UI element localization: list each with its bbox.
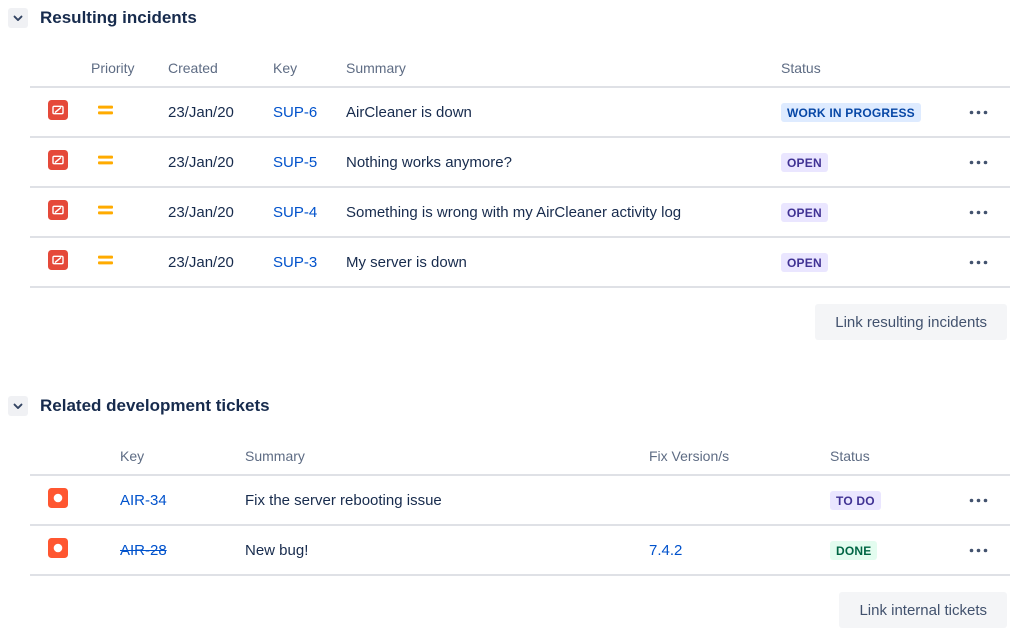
resulting-incidents-header: Resulting incidents bbox=[0, 0, 1022, 36]
incident-icon bbox=[48, 200, 91, 224]
row-actions-button[interactable] bbox=[963, 200, 993, 224]
created-date: 23/Jan/20 bbox=[168, 104, 273, 121]
issue-summary: Nothing works anymore? bbox=[346, 154, 781, 171]
priority-medium-icon bbox=[97, 203, 168, 221]
status-badge: OPEN bbox=[781, 153, 828, 172]
column-header-key: Key bbox=[273, 60, 346, 76]
dev-tickets-actions-row: Link internal tickets bbox=[0, 592, 1007, 628]
issue-key-link[interactable]: AIR-34 bbox=[120, 492, 245, 509]
column-header-created: Created bbox=[168, 60, 273, 76]
fix-version-link[interactable]: 7.4.2 bbox=[649, 542, 830, 559]
chevron-down-icon bbox=[11, 11, 25, 25]
row-actions-button[interactable] bbox=[963, 538, 993, 562]
incident-icon bbox=[48, 100, 91, 124]
status-badge: OPEN bbox=[781, 253, 828, 272]
priority-medium-icon bbox=[97, 103, 168, 121]
column-header-priority: Priority bbox=[91, 60, 168, 76]
more-actions-icon bbox=[969, 160, 988, 165]
issue-key-link[interactable]: SUP-4 bbox=[273, 204, 346, 221]
issue-key-link[interactable]: SUP-6 bbox=[273, 104, 346, 121]
collapse-resulting-incidents-button[interactable] bbox=[8, 8, 28, 28]
page-title: Resulting incidents bbox=[40, 8, 197, 28]
created-date: 23/Jan/20 bbox=[168, 154, 273, 171]
link-internal-tickets-button[interactable]: Link internal tickets bbox=[839, 592, 1007, 628]
row-actions-button[interactable] bbox=[963, 250, 993, 274]
status-badge: DONE bbox=[830, 541, 877, 560]
resulting-incidents-section: Resulting incidents Priority Created Key… bbox=[0, 0, 1022, 340]
chevron-down-icon bbox=[11, 399, 25, 413]
column-header-fix-versions: Fix Version/s bbox=[649, 448, 830, 464]
status-badge: TO DO bbox=[830, 491, 881, 510]
table-row: 23/Jan/20 SUP-6 AirCleaner is down WORK … bbox=[30, 88, 1010, 138]
more-actions-icon bbox=[969, 110, 988, 115]
more-actions-icon bbox=[969, 210, 988, 215]
issue-summary: Fix the server rebooting issue bbox=[245, 492, 649, 509]
column-header-key: Key bbox=[120, 448, 245, 464]
link-resulting-incidents-button[interactable]: Link resulting incidents bbox=[815, 304, 1007, 340]
related-dev-tickets-header: Related development tickets bbox=[0, 388, 1022, 424]
table-row: AIR-28 New bug! 7.4.2 DONE bbox=[30, 526, 1010, 576]
column-header-summary: Summary bbox=[346, 60, 781, 76]
status-badge: WORK IN PROGRESS bbox=[781, 103, 921, 122]
row-actions-button[interactable] bbox=[963, 488, 993, 512]
dev-tickets-table: Key Summary Fix Version/s Status AIR-34 … bbox=[30, 424, 1010, 576]
dev-tickets-table-header: Key Summary Fix Version/s Status bbox=[30, 424, 1010, 476]
incidents-actions-row: Link resulting incidents bbox=[0, 304, 1007, 340]
table-row: AIR-34 Fix the server rebooting issue TO… bbox=[30, 476, 1010, 526]
bug-icon bbox=[48, 488, 120, 512]
table-row: 23/Jan/20 SUP-4 Something is wrong with … bbox=[30, 188, 1010, 238]
priority-medium-icon bbox=[97, 153, 168, 171]
bug-icon bbox=[48, 538, 120, 562]
incident-icon bbox=[48, 150, 91, 174]
column-header-status: Status bbox=[781, 60, 963, 76]
priority-medium-icon bbox=[97, 253, 168, 271]
issue-summary: My server is down bbox=[346, 254, 781, 271]
status-badge: OPEN bbox=[781, 203, 828, 222]
table-row: 23/Jan/20 SUP-5 Nothing works anymore? O… bbox=[30, 138, 1010, 188]
issue-summary: AirCleaner is down bbox=[346, 104, 781, 121]
created-date: 23/Jan/20 bbox=[168, 204, 273, 221]
incident-icon bbox=[48, 250, 91, 274]
related-dev-tickets-section: Related development tickets Key Summary … bbox=[0, 388, 1022, 628]
section-title: Related development tickets bbox=[40, 396, 270, 416]
row-actions-button[interactable] bbox=[963, 100, 993, 124]
more-actions-icon bbox=[969, 498, 988, 503]
issue-key-link[interactable]: AIR-28 bbox=[120, 542, 245, 559]
incidents-table-header: Priority Created Key Summary Status bbox=[30, 36, 1010, 88]
issue-key-link[interactable]: SUP-5 bbox=[273, 154, 346, 171]
column-header-status: Status bbox=[830, 448, 963, 464]
incidents-table: Priority Created Key Summary Status 23/J… bbox=[30, 36, 1010, 288]
row-actions-button[interactable] bbox=[963, 150, 993, 174]
created-date: 23/Jan/20 bbox=[168, 254, 273, 271]
issue-key-link[interactable]: SUP-3 bbox=[273, 254, 346, 271]
table-row: 23/Jan/20 SUP-3 My server is down OPEN bbox=[30, 238, 1010, 288]
more-actions-icon bbox=[969, 548, 988, 553]
issue-summary: Something is wrong with my AirCleaner ac… bbox=[346, 204, 781, 221]
more-actions-icon bbox=[969, 260, 988, 265]
collapse-dev-tickets-button[interactable] bbox=[8, 396, 28, 416]
column-header-summary: Summary bbox=[245, 448, 649, 464]
issue-summary: New bug! bbox=[245, 542, 649, 559]
